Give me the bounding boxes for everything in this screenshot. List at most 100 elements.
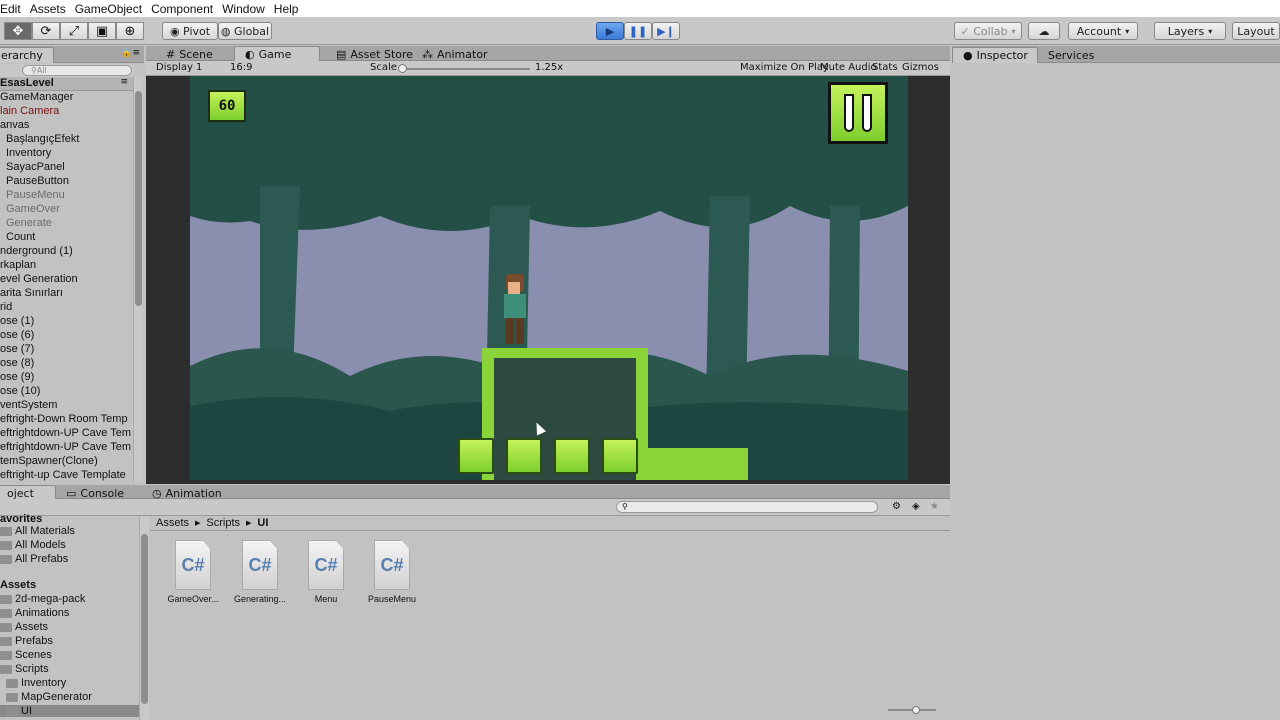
hierarchy-item[interactable]: anvas [0,119,29,131]
tab-services[interactable]: Services [1038,47,1104,63]
hierarchy-item[interactable]: Inventory [6,147,51,159]
filter-label-icon[interactable]: ◈ [912,501,920,512]
panel-menu-icon[interactable]: 🔒≡ [121,48,140,58]
icon-size-handle[interactable] [912,706,920,714]
favorite-item[interactable]: All Models [0,539,66,551]
scrollbar-thumb[interactable] [135,91,142,306]
script-file[interactable]: C# GameOver... [163,540,223,604]
tab-scene[interactable]: # Scene [156,46,223,62]
step-button[interactable]: ▶❙ [652,22,680,40]
hierarchy-item[interactable]: temSpawner(Clone) [0,455,98,467]
folder-item-inventory[interactable]: Inventory [6,677,66,689]
hierarchy-search-input[interactable]: ⚲All [22,65,132,76]
hierarchy-item[interactable]: nderground (1) [0,245,73,257]
rotate-tool-icon[interactable]: ⟳ [32,22,60,40]
hierarchy-item[interactable]: PauseButton [6,175,69,187]
inventory-slot-3[interactable] [554,438,590,474]
breadcrumb-ui[interactable]: UI [257,517,268,529]
tab-game[interactable]: ◐ Game [234,46,320,62]
favorites-header[interactable]: avorites [0,513,42,525]
hierarchy-item[interactable]: eftright-Down Room Temp [0,413,128,425]
play-button[interactable]: ▶ [596,22,624,40]
hierarchy-item[interactable]: ose (8) [0,357,34,369]
pause-game-button[interactable] [828,82,888,144]
scene-menu-icon[interactable]: ≡ [120,77,128,87]
script-file[interactable]: C# PauseMenu [362,540,422,604]
menu-help[interactable]: Help [274,2,299,16]
hierarchy-item[interactable]: eftrightdown-UP Cave Tem [0,441,131,453]
tab-hierarchy[interactable]: erarchy [0,47,54,63]
breadcrumb-assets[interactable]: Assets [156,517,189,529]
tab-inspector[interactable]: ● Inspector [952,47,1038,63]
favorite-star-icon[interactable]: ★ [930,501,939,512]
script-file[interactable]: C# Generating... [230,540,290,604]
scene-header[interactable]: EsasLevel ≡ [0,77,134,91]
gizmos-dropdown[interactable]: Gizmos [902,62,939,73]
scale-slider-handle[interactable] [398,64,407,73]
menu-gameobject[interactable]: GameObject [75,2,142,16]
hierarchy-item[interactable]: ventSystem [0,399,57,411]
scale-tool-icon[interactable]: ⤢ [60,22,88,40]
tab-asset-store[interactable]: ▤ Asset Store [326,46,423,62]
folder-item-prefabs[interactable]: Prefabs [0,635,53,647]
pause-button[interactable]: ❚❚ [624,22,652,40]
mute-audio-toggle[interactable]: Mute Audio [820,62,877,73]
tab-animator[interactable]: ⁂ Animator [412,46,498,62]
rect-tool-icon[interactable]: ▣ [88,22,116,40]
menu-assets[interactable]: Assets [30,2,66,16]
game-canvas[interactable]: 60 [190,76,908,480]
hierarchy-item[interactable]: rkaplan [0,259,36,271]
hierarchy-item[interactable]: ose (10) [0,385,40,397]
project-tree-scrollbar[interactable] [139,516,149,720]
folder-item-mapgenerator[interactable]: MapGenerator [6,691,92,703]
hierarchy-item[interactable]: Generate [6,217,52,229]
favorite-item[interactable]: All Materials [0,525,75,537]
move-tool-icon[interactable]: ✥ [4,22,32,40]
inventory-slot-1[interactable] [458,438,494,474]
folder-item-animations[interactable]: Animations [0,607,69,619]
breadcrumb-scripts[interactable]: Scripts [206,517,240,529]
hierarchy-item[interactable]: PauseMenu [6,189,65,201]
folder-item-scripts[interactable]: Scripts [0,663,49,675]
global-toggle[interactable]: ◍ Global [218,22,272,40]
hierarchy-item[interactable]: SayacPanel [6,161,65,173]
menu-component[interactable]: Component [151,2,213,16]
hierarchy-item[interactable]: ose (7) [0,343,34,355]
icon-size-slider[interactable] [888,706,936,714]
inventory-slot-2[interactable] [506,438,542,474]
cloud-button[interactable]: ☁ [1028,22,1060,40]
hierarchy-item[interactable]: evel Generation [0,273,78,285]
hierarchy-item[interactable]: lain Camera [0,105,59,117]
game-render-area[interactable]: 60 [146,76,950,480]
menu-window[interactable]: Window [222,2,265,16]
layers-dropdown[interactable]: Layers [1154,22,1226,40]
account-dropdown[interactable]: Account [1068,22,1138,40]
scale-slider[interactable] [398,64,530,73]
project-search-input[interactable]: ⚲ [616,501,878,513]
hierarchy-scrollbar[interactable] [133,77,143,482]
assets-header[interactable]: Assets [0,579,36,591]
display-dropdown[interactable]: Display 1 [156,62,202,73]
folder-item-ui[interactable]: UI [0,705,140,717]
maximize-on-play-toggle[interactable]: Maximize On Play [740,62,829,73]
hierarchy-item[interactable]: ose (9) [0,371,34,383]
collab-dropdown[interactable]: ✓ Collab [954,22,1022,40]
hierarchy-item[interactable]: arita Sınırları [0,287,63,299]
hierarchy-item[interactable]: BaşlangıçEfekt [6,133,79,145]
favorite-item[interactable]: All Prefabs [0,553,68,565]
filter-type-icon[interactable]: ⚙ [892,501,901,512]
hierarchy-item[interactable]: ose (1) [0,315,34,327]
hierarchy-item[interactable]: ose (6) [0,329,34,341]
hierarchy-item[interactable]: eftrightdown-UP Cave Tem [0,427,131,439]
layout-dropdown[interactable]: Layout [1232,22,1280,40]
folder-item-2d-mega-pack[interactable]: 2d-mega-pack [0,593,85,605]
script-file[interactable]: C# Menu [296,540,356,604]
scrollbar-thumb[interactable] [141,534,148,704]
menu-edit[interactable]: Edit [0,2,21,16]
hierarchy-item[interactable]: Count [6,231,35,243]
hierarchy-item[interactable]: GameOver [6,203,60,215]
inventory-slot-4[interactable] [602,438,638,474]
folder-item-assets[interactable]: Assets [0,621,48,633]
transform-tool-icon[interactable]: ⊕ [116,22,144,40]
stats-toggle[interactable]: Stats [872,62,898,73]
